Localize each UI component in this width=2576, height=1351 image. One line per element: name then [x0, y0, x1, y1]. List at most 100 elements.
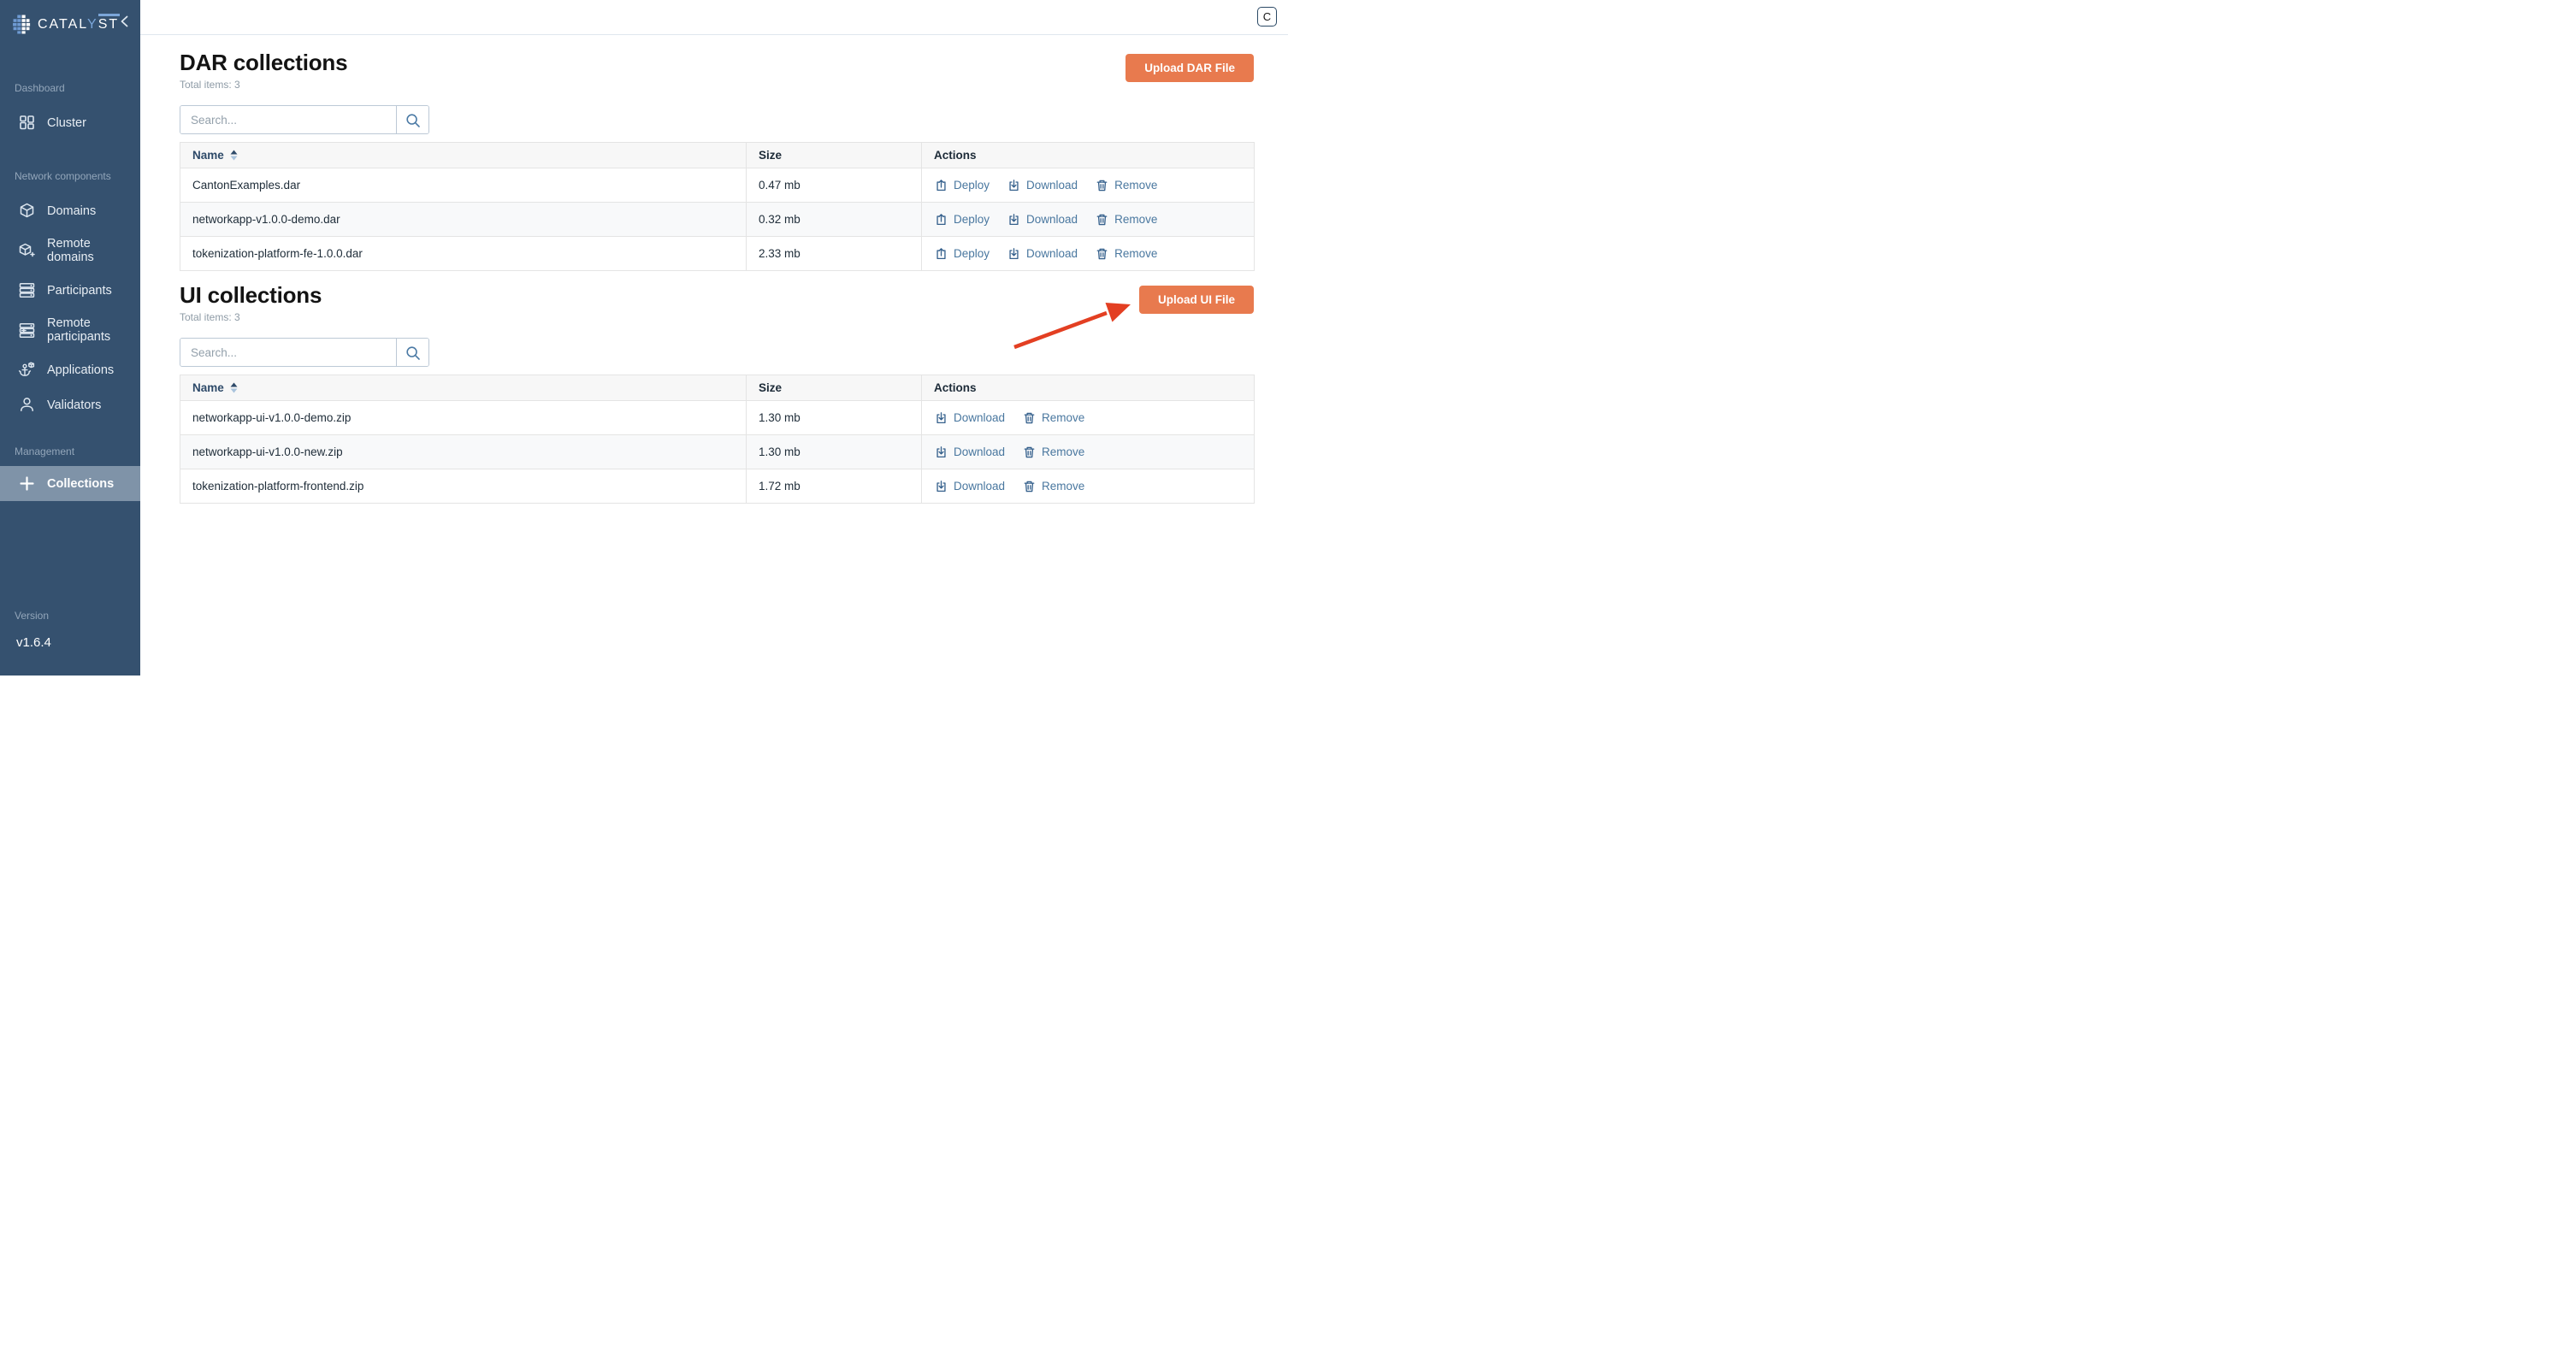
sort-icon[interactable]: [230, 382, 238, 393]
user-avatar-button[interactable]: C: [1257, 7, 1277, 27]
sidebar-item-label: Remote domains: [47, 237, 133, 264]
deploy-icon: [934, 178, 948, 192]
download-link[interactable]: Download: [1007, 212, 1078, 227]
deploy-link[interactable]: Deploy: [934, 246, 990, 261]
sidebar-section-management: Management: [0, 445, 140, 457]
download-icon: [1007, 246, 1021, 261]
download-icon: [934, 445, 948, 459]
search-icon: [405, 112, 421, 128]
ui-table-header-row: Name Size Actions: [180, 375, 1255, 401]
sidebar-section-dashboard: Dashboard: [0, 82, 140, 94]
remove-link[interactable]: Remove: [1095, 212, 1157, 227]
download-link[interactable]: Download: [934, 410, 1005, 425]
sidebar-item-label: Validators: [47, 398, 101, 412]
ui-search-input[interactable]: [180, 339, 396, 366]
dar-search-input[interactable]: [180, 106, 396, 133]
table-row: tokenization-platform-fe-1.0.0.dar 2.33 …: [180, 237, 1255, 271]
upload-ui-file-button[interactable]: Upload UI File: [1139, 286, 1254, 314]
dar-table: Name Size Actions CantonExamples.dar 0.4…: [180, 142, 1255, 271]
download-icon: [1007, 178, 1021, 192]
deploy-link[interactable]: Deploy: [934, 178, 990, 192]
dar-row-name: networkapp-v1.0.0-demo.dar: [180, 203, 747, 237]
plus-icon: [18, 475, 36, 493]
ui-row-size: 1.30 mb: [747, 435, 922, 469]
ui-col-name[interactable]: Name: [180, 375, 747, 401]
cube-icon: [18, 202, 36, 220]
sidebar-item-applications[interactable]: Applications: [0, 353, 140, 386]
logo-text-prefix: CATAL: [38, 17, 87, 32]
remove-link[interactable]: Remove: [1022, 445, 1084, 459]
download-link[interactable]: Download: [934, 445, 1005, 459]
version-value: v1.6.4: [0, 635, 140, 650]
download-icon: [1007, 212, 1021, 227]
table-row: CantonExamples.dar 0.47 mb Deploy Downlo…: [180, 168, 1255, 203]
sidebar-item-label: Remote participants: [47, 316, 133, 344]
upload-dar-file-button[interactable]: Upload DAR File: [1126, 54, 1254, 82]
dar-section-title: DAR collections: [180, 50, 1254, 76]
trash-icon: [1095, 212, 1109, 227]
remove-link[interactable]: Remove: [1022, 479, 1084, 493]
trash-icon: [1022, 445, 1037, 459]
download-link[interactable]: Download: [1007, 178, 1078, 192]
sidebar-item-domains[interactable]: Domains: [0, 194, 140, 227]
sidebar-item-remote-domains[interactable]: Remote domains: [0, 229, 140, 272]
dar-row-name: CantonExamples.dar: [180, 168, 747, 203]
table-row: networkapp-ui-v1.0.0-new.zip 1.30 mb Dow…: [180, 435, 1255, 469]
sidebar-section-network-components: Network components: [0, 170, 140, 182]
dar-col-name[interactable]: Name: [180, 143, 747, 168]
download-link[interactable]: Download: [1007, 246, 1078, 261]
sidebar-item-participants[interactable]: Participants: [0, 274, 140, 307]
remove-link[interactable]: Remove: [1022, 410, 1084, 425]
action-label: Download: [1026, 247, 1078, 260]
sidebar-item-validators[interactable]: Validators: [0, 388, 140, 422]
ui-section-title: UI collections: [180, 282, 1254, 309]
sidebar-item-cluster[interactable]: Cluster: [0, 106, 140, 139]
action-label: Download: [1026, 179, 1078, 192]
dar-table-header-row: Name Size Actions: [180, 143, 1255, 168]
dar-total-items: Total items: 3: [180, 79, 1254, 91]
person-icon: [18, 396, 36, 414]
table-row: tokenization-platform-frontend.zip 1.72 …: [180, 469, 1255, 504]
topbar: C: [140, 0, 1288, 35]
dar-row-name: tokenization-platform-fe-1.0.0.dar: [180, 237, 747, 271]
sidebar-item-collections[interactable]: Collections: [0, 466, 140, 501]
action-label: Remove: [1042, 445, 1084, 458]
ui-col-actions: Actions: [922, 375, 1255, 401]
cube-plus-icon: [18, 242, 36, 260]
deploy-link[interactable]: Deploy: [934, 212, 990, 227]
ui-total-items: Total items: 3: [180, 311, 1254, 323]
dar-row-size: 0.32 mb: [747, 203, 922, 237]
action-label: Download: [954, 411, 1005, 424]
logo: CATALYST: [0, 0, 140, 38]
trash-icon: [1022, 410, 1037, 425]
action-label: Deploy: [954, 179, 990, 192]
action-label: Download: [1026, 213, 1078, 226]
action-label: Deploy: [954, 213, 990, 226]
remove-link[interactable]: Remove: [1095, 246, 1157, 261]
sort-icon[interactable]: [230, 150, 238, 161]
sidebar-item-label: Cluster: [47, 116, 86, 130]
sidebar: CATALYST Dashboard Cluster Network compo…: [0, 0, 140, 676]
logo-text-y: Y: [87, 17, 98, 32]
remove-link[interactable]: Remove: [1095, 178, 1157, 192]
sidebar-item-remote-participants[interactable]: Remote participants: [0, 309, 140, 351]
dar-search-button[interactable]: [396, 106, 428, 133]
action-label: Remove: [1042, 480, 1084, 493]
action-label: Remove: [1114, 213, 1157, 226]
action-label: Remove: [1114, 247, 1157, 260]
sidebar-item-label: Applications: [47, 363, 114, 377]
download-link[interactable]: Download: [934, 479, 1005, 493]
ui-col-size: Size: [747, 375, 922, 401]
ui-row-name: networkapp-ui-v1.0.0-new.zip: [180, 435, 747, 469]
ui-row-name: networkapp-ui-v1.0.0-demo.zip: [180, 401, 747, 435]
ui-collections-section: UI collections Total items: 3 Upload UI …: [180, 282, 1254, 504]
dar-search: [180, 105, 429, 134]
search-icon: [405, 345, 421, 361]
col-name-label: Name: [192, 149, 224, 162]
sidebar-collapse-icon[interactable]: [117, 14, 133, 29]
trash-icon: [1022, 479, 1037, 493]
servers-plus-icon: [18, 322, 36, 339]
ui-search-button[interactable]: [396, 339, 428, 366]
deploy-icon: [934, 212, 948, 227]
action-label: Deploy: [954, 247, 990, 260]
